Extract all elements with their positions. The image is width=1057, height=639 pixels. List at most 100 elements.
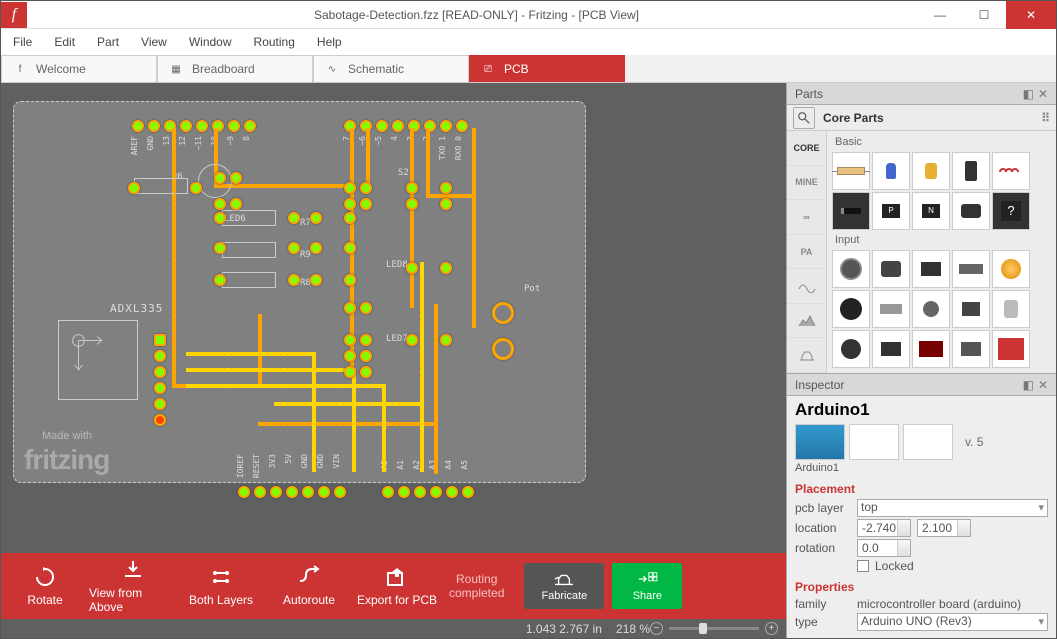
part-capacitor-ceramic[interactable] — [872, 152, 910, 190]
bin-mine[interactable]: MINE — [787, 166, 826, 201]
header-pad[interactable] — [414, 486, 426, 498]
close-button[interactable]: ✕ — [1006, 1, 1056, 29]
part-transistor-pnp[interactable]: P — [872, 192, 910, 230]
part-rotary-encoder[interactable] — [832, 290, 870, 328]
component-pad[interactable] — [344, 366, 356, 378]
menu-window[interactable]: Window — [189, 35, 232, 49]
header-pad[interactable] — [254, 486, 266, 498]
part-seven-seg[interactable] — [912, 330, 950, 368]
location-y-input[interactable]: 2.100 — [917, 519, 971, 537]
component-pad[interactable] — [214, 212, 226, 224]
component-pad[interactable] — [230, 172, 242, 184]
part-inductor[interactable] — [992, 152, 1030, 190]
search-parts-button[interactable] — [793, 107, 815, 129]
header-pad[interactable] — [318, 486, 330, 498]
pot-pad-b[interactable] — [492, 338, 514, 360]
part-piezo[interactable] — [992, 250, 1030, 288]
adxl-pad[interactable] — [154, 366, 166, 378]
component-pad[interactable] — [214, 198, 226, 210]
component-pad[interactable] — [360, 302, 372, 314]
header-pad[interactable] — [430, 486, 442, 498]
bin-extra3[interactable] — [787, 338, 826, 373]
part-breakout[interactable] — [992, 330, 1030, 368]
component-pad[interactable] — [440, 334, 452, 346]
inspector-thumb-schematic[interactable] — [849, 424, 899, 460]
maximize-button[interactable]: ☐ — [962, 1, 1006, 29]
component-pad[interactable] — [360, 198, 372, 210]
menu-help[interactable]: Help — [317, 35, 342, 49]
bin-extra2[interactable] — [787, 304, 826, 339]
component-pad[interactable] — [406, 182, 418, 194]
inspector-thumb-breadboard[interactable] — [795, 424, 845, 460]
adxl-pad[interactable] — [154, 414, 166, 426]
pcb-layer-select[interactable]: top — [857, 499, 1048, 517]
component-pad[interactable] — [344, 350, 356, 362]
header-pad[interactable] — [244, 120, 256, 132]
export-pcb-button[interactable]: Export for PCB — [353, 553, 441, 619]
pcb-canvas[interactable]: AREFGND1312~11~10~987~6~54~32TX0 1RX0 0I… — [1, 83, 786, 553]
adxl-pad[interactable] — [154, 334, 166, 346]
component-pad[interactable] — [214, 242, 226, 254]
menu-file[interactable]: File — [13, 35, 32, 49]
component-pad[interactable] — [214, 274, 226, 286]
component-pad[interactable] — [344, 198, 356, 210]
component-pad[interactable] — [406, 334, 418, 346]
inspector-panel-header[interactable]: Inspector ◧✕ — [787, 374, 1056, 396]
header-pad[interactable] — [286, 486, 298, 498]
menu-edit[interactable]: Edit — [54, 35, 75, 49]
pcb-board[interactable]: AREFGND1312~11~10~987~6~54~32TX0 1RX0 0I… — [13, 101, 586, 483]
header-pad[interactable] — [382, 486, 394, 498]
header-pad[interactable] — [164, 120, 176, 132]
adxl-pad[interactable] — [154, 350, 166, 362]
component-pad[interactable] — [440, 198, 452, 210]
component-pad[interactable] — [214, 172, 226, 184]
component-pad[interactable] — [344, 274, 356, 286]
component-pad[interactable] — [310, 242, 322, 254]
part-slide-switch[interactable] — [952, 250, 990, 288]
component-pad[interactable] — [440, 182, 452, 194]
bin-core[interactable]: CORE — [787, 131, 826, 166]
rotation-input[interactable]: 0.0 — [857, 539, 911, 557]
undock-inspector-icon[interactable]: ◧ — [1023, 378, 1034, 392]
part-encoder[interactable] — [832, 250, 870, 288]
bin-arduino[interactable]: ∞ — [787, 200, 826, 235]
header-pad[interactable] — [440, 120, 452, 132]
component-pad[interactable] — [310, 212, 322, 224]
component-pad[interactable] — [344, 334, 356, 346]
header-pad[interactable] — [424, 120, 436, 132]
part-resistor[interactable] — [832, 152, 870, 190]
tab-breadboard[interactable]: ▦Breadboard — [157, 55, 313, 82]
menu-view[interactable]: View — [141, 35, 167, 49]
component-pad[interactable] — [344, 182, 356, 194]
close-inspector-icon[interactable]: ✕ — [1038, 378, 1048, 392]
component-pad[interactable] — [344, 212, 356, 224]
component-pad[interactable] — [288, 212, 300, 224]
part-relay[interactable] — [952, 192, 990, 230]
component-pad[interactable] — [230, 198, 242, 210]
adxl-pad[interactable] — [154, 382, 166, 394]
fabricate-button[interactable]: Fabricate — [524, 563, 604, 609]
component-pad[interactable] — [128, 182, 140, 194]
bin-extra1[interactable] — [787, 269, 826, 304]
component-pad[interactable] — [406, 262, 418, 274]
component-pad[interactable] — [344, 242, 356, 254]
component-pad[interactable] — [406, 198, 418, 210]
zoom-slider-knob[interactable] — [699, 623, 707, 634]
bin-parallax[interactable]: PA — [787, 235, 826, 270]
header-pad[interactable] — [148, 120, 160, 132]
header-pad[interactable] — [132, 120, 144, 132]
location-x-input[interactable]: -2.740 — [857, 519, 911, 537]
part-connector[interactable] — [952, 330, 990, 368]
header-pad[interactable] — [344, 120, 356, 132]
part-ic[interactable] — [872, 330, 910, 368]
part-diode[interactable] — [832, 192, 870, 230]
menu-part[interactable]: Part — [97, 35, 119, 49]
component-pad[interactable] — [344, 302, 356, 314]
header-pad[interactable] — [196, 120, 208, 132]
tab-pcb[interactable]: ⎚PCB — [469, 55, 625, 82]
minimize-button[interactable]: — — [918, 1, 962, 29]
header-pad[interactable] — [334, 486, 346, 498]
header-pad[interactable] — [270, 486, 282, 498]
parts-panel-header[interactable]: Parts ◧✕ — [787, 83, 1056, 105]
component-pad[interactable] — [288, 274, 300, 286]
